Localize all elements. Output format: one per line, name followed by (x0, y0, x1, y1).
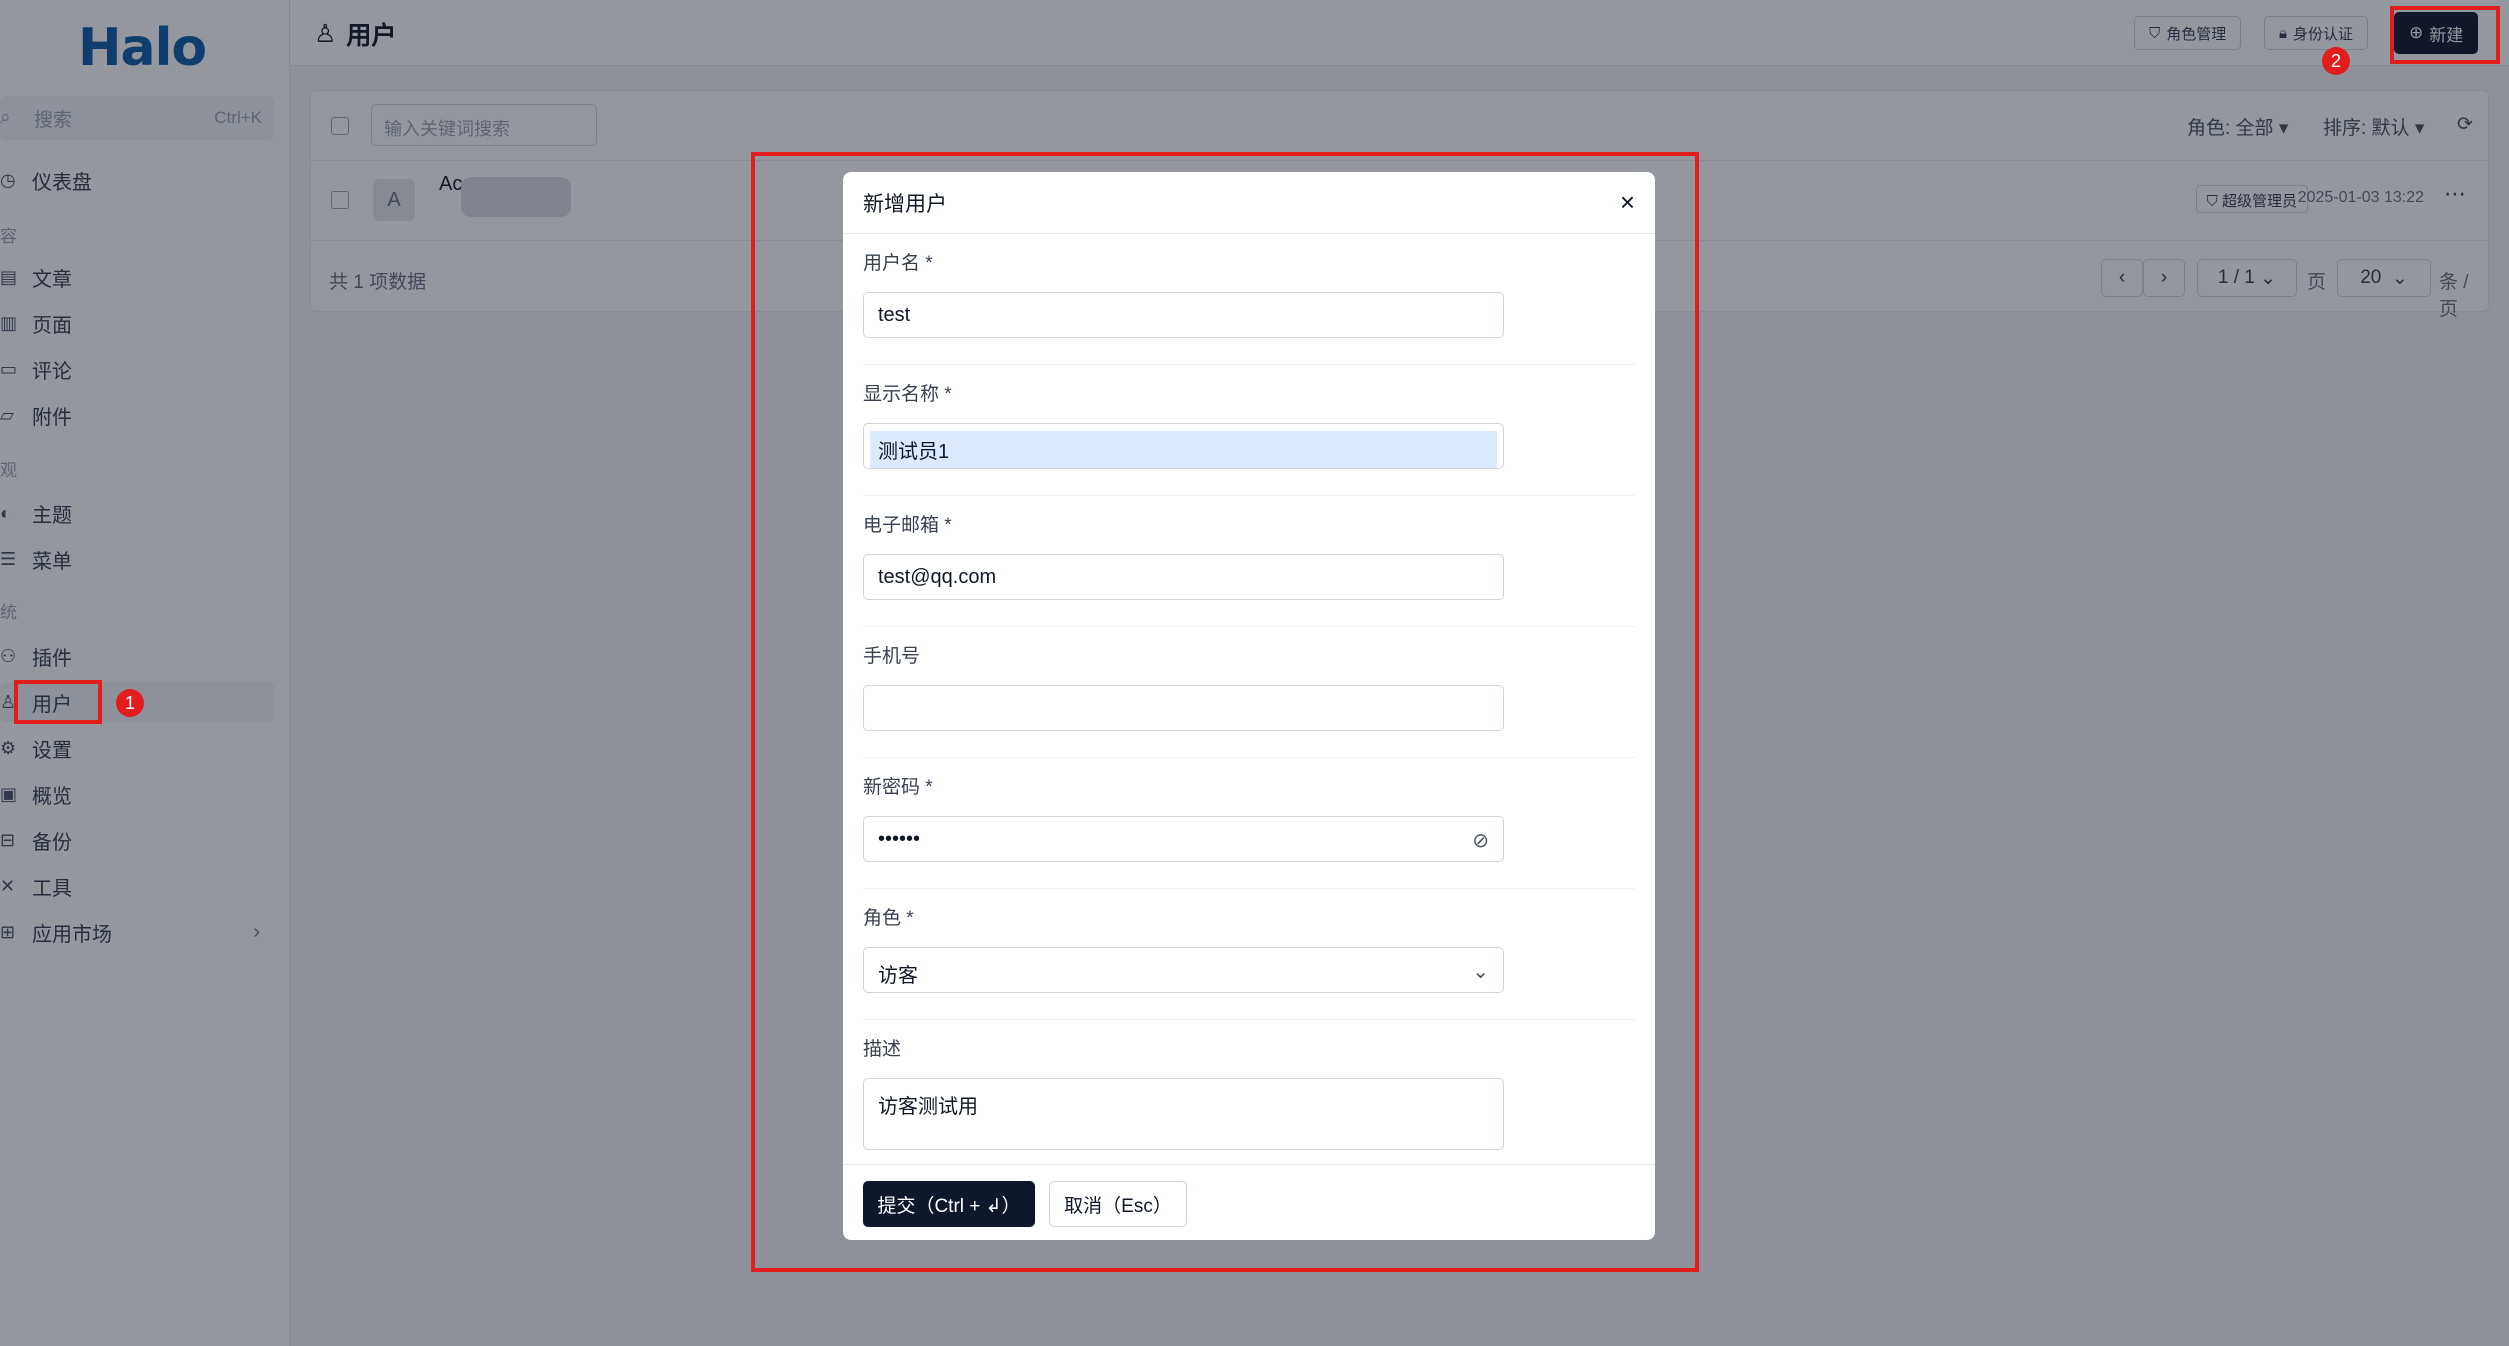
display-name-value: 测试员1 (870, 431, 1497, 468)
display-name-field: 显示名称 * 测试员1 (863, 365, 1635, 496)
annotation-box-new (2390, 6, 2500, 64)
description-label: 描述 (863, 1039, 902, 1060)
password-input[interactable]: •••••• ⊘ (863, 816, 1504, 862)
username-field: 用户名 * test (863, 234, 1635, 365)
cancel-button[interactable]: 取消（Esc） (1049, 1181, 1187, 1227)
username-label: 用户名 * (863, 253, 933, 274)
dialog-footer: 提交（Ctrl + ↲） 取消（Esc） (843, 1164, 1655, 1240)
submit-button[interactable]: 提交（Ctrl + ↲） (863, 1181, 1035, 1227)
phone-input[interactable] (863, 685, 1504, 731)
password-field: 新密码 * •••••• ⊘ (863, 758, 1635, 889)
role-select[interactable]: 访客 ⌄ (863, 947, 1504, 993)
eye-off-icon[interactable]: ⊘ (1472, 828, 1489, 853)
password-value: •••••• (878, 828, 921, 850)
email-label: 电子邮箱 * (863, 515, 952, 536)
password-label: 新密码 * (863, 777, 933, 798)
chevron-down-icon: ⌄ (1472, 961, 1489, 983)
description-field: 描述 访客测试用 (863, 1020, 1635, 1151)
description-textarea[interactable]: 访客测试用 (863, 1078, 1504, 1150)
username-input[interactable]: test (863, 292, 1504, 338)
dialog-header: 新增用户 × (843, 172, 1655, 234)
annotation-box-users (14, 680, 102, 724)
dialog-title: 新增用户 (863, 192, 947, 216)
role-field: 角色 * 访客 ⌄ (863, 889, 1635, 1020)
phone-label: 手机号 (863, 646, 921, 667)
email-input[interactable]: test@qq.com (863, 554, 1504, 600)
email-field: 电子邮箱 * test@qq.com (863, 496, 1635, 627)
display-name-label: 显示名称 * (863, 384, 952, 405)
role-label: 角色 * (863, 908, 914, 929)
role-value: 访客 (878, 965, 918, 987)
close-icon[interactable]: × (1620, 187, 1635, 218)
annotation-marker-2: 2 (2322, 47, 2350, 75)
annotation-marker-1: 1 (116, 689, 144, 717)
phone-field: 手机号 (863, 627, 1635, 758)
new-user-dialog: 新增用户 × 用户名 * test 显示名称 * 测试员1 电子邮箱 * tes… (843, 172, 1655, 1240)
display-name-input[interactable]: 测试员1 (863, 423, 1504, 469)
